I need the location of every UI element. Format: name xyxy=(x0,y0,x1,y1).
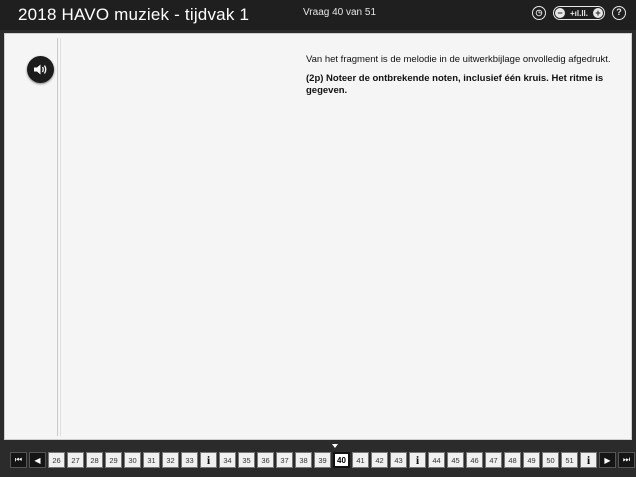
question-button[interactable]: 28 xyxy=(86,452,103,468)
question-button[interactable]: 50 xyxy=(542,452,559,468)
question-button[interactable]: 43 xyxy=(390,452,407,468)
info-page-button[interactable]: i xyxy=(200,452,217,468)
help-icon[interactable]: ? xyxy=(612,6,626,20)
zoom-level: +ıl.ll. xyxy=(569,8,588,18)
divider xyxy=(57,38,58,436)
question-counter: Vraag 40 van 51 xyxy=(303,7,377,18)
question-button[interactable]: 48 xyxy=(504,452,521,468)
last-question-button[interactable]: ⏭ xyxy=(618,452,635,468)
question-button[interactable]: 46 xyxy=(466,452,483,468)
question-button[interactable]: 41 xyxy=(352,452,369,468)
top-bar: 2018 HAVO muziek - tijdvak 1 Vraag 40 va… xyxy=(0,0,636,30)
current-question-marker xyxy=(332,444,338,448)
top-toolbar: ◷ − +ıl.ll. + ? xyxy=(532,6,626,20)
question-button[interactable]: 36 xyxy=(257,452,274,468)
zoom-in-button[interactable]: + xyxy=(592,8,603,18)
speaker-icon xyxy=(34,64,47,75)
question-instruction: (2p) Noteer de ontbrekende noten, inclus… xyxy=(306,73,604,96)
question-button[interactable]: 31 xyxy=(143,452,160,468)
first-question-button[interactable]: ⏮ xyxy=(10,452,27,468)
zoom-out-button[interactable]: − xyxy=(555,8,565,18)
zoom-control: − +ıl.ll. + xyxy=(553,6,605,20)
question-button[interactable]: 39 xyxy=(314,452,331,468)
question-nav: ⏮ ◀ 26 27 28 29 30 31 32 33 i 34 35 36 37 38 39 40 41 42 4… xyxy=(10,452,635,468)
question-button[interactable]: 30 xyxy=(124,452,141,468)
question-button[interactable]: 51 xyxy=(561,452,578,468)
question-button[interactable]: 38 xyxy=(295,452,312,468)
question-intro: Van het fragment is de melodie in de uit… xyxy=(306,54,611,65)
question-button-current[interactable]: 40 xyxy=(333,452,350,468)
app-title: 2018 HAVO muziek - tijdvak 1 xyxy=(18,5,250,24)
question-button[interactable]: 29 xyxy=(105,452,122,468)
question-panel: Van het fragment is de melodie in de uit… xyxy=(4,33,632,440)
question-button[interactable]: 35 xyxy=(238,452,255,468)
question-button[interactable]: 32 xyxy=(162,452,179,468)
question-button[interactable]: 33 xyxy=(181,452,198,468)
question-button[interactable]: 26 xyxy=(48,452,65,468)
next-question-button[interactable]: ▶ xyxy=(599,452,616,468)
question-button[interactable]: 37 xyxy=(276,452,293,468)
audio-play-button[interactable] xyxy=(27,56,54,83)
timer-icon[interactable]: ◷ xyxy=(532,6,546,20)
question-button[interactable]: 49 xyxy=(523,452,540,468)
question-button[interactable]: 44 xyxy=(428,452,445,468)
info-page-button[interactable]: i xyxy=(580,452,597,468)
info-page-button[interactable]: i xyxy=(409,452,426,468)
question-button[interactable]: 45 xyxy=(447,452,464,468)
question-text: Van het fragment is de melodie in de uit… xyxy=(306,54,616,104)
question-button[interactable]: 42 xyxy=(371,452,388,468)
question-button[interactable]: 27 xyxy=(67,452,84,468)
previous-question-button[interactable]: ◀ xyxy=(29,452,46,468)
question-button[interactable]: 34 xyxy=(219,452,236,468)
divider xyxy=(60,38,61,436)
question-button[interactable]: 47 xyxy=(485,452,502,468)
